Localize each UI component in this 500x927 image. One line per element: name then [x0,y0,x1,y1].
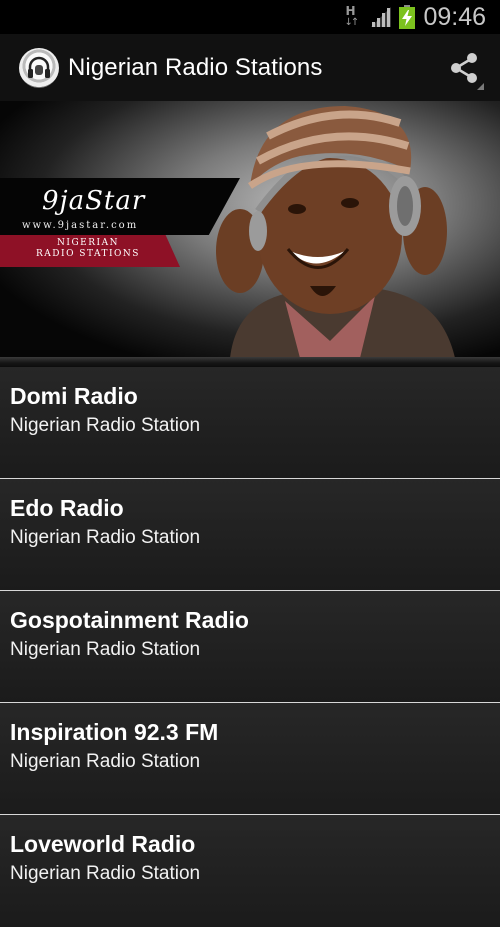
banner-divider [0,357,500,367]
station-name: Gospotainment Radio [10,607,249,633]
logo-tagline-line2: RADIO STATIONS [36,249,140,259]
share-icon[interactable] [446,50,486,90]
station-subtitle: Nigerian Radio Station [10,415,201,436]
action-bar: Nigerian Radio Stations [0,34,500,102]
station-name: Loveworld Radio [10,831,196,857]
logo-tagline-line1: NIGERIAN [57,238,119,248]
app-logo-icon[interactable] [19,47,59,88]
status-bar: H ↓↑ 09:46 [0,0,500,34]
station-subtitle: Nigerian Radio Station [10,863,201,884]
clock: 09:46 [423,2,486,31]
station-list: Domi Radio Nigerian Radio Station Edo Ra… [0,367,500,927]
logo-text: 9jaStar [42,186,146,216]
station-subtitle: Nigerian Radio Station [10,639,201,660]
list-item[interactable]: Loveworld Radio Nigerian Radio Station [0,815,500,927]
header-banner: 9jaStar www.9jastar.com NIGERIAN RADIO S… [0,101,500,358]
station-name: Edo Radio [10,495,124,521]
network-type-icon: H ↓↑ [344,4,359,28]
station-subtitle: Nigerian Radio Station [10,751,201,772]
list-item[interactable]: Gospotainment Radio Nigerian Radio Stati… [0,591,500,703]
logo-url: www.9jastar.com [22,220,139,231]
signal-icon [371,7,392,27]
list-item[interactable]: Edo Radio Nigerian Radio Station [0,479,500,591]
station-name: Domi Radio [10,383,138,409]
list-item[interactable]: Domi Radio Nigerian Radio Station [0,367,500,479]
station-subtitle: Nigerian Radio Station [10,527,201,548]
headphones-icon [28,56,50,78]
page-title: Nigerian Radio Stations [68,53,323,81]
station-name: Inspiration 92.3 FM [10,719,219,745]
battery-charging-icon [399,5,416,29]
list-item[interactable]: Inspiration 92.3 FM Nigerian Radio Stati… [0,703,500,815]
